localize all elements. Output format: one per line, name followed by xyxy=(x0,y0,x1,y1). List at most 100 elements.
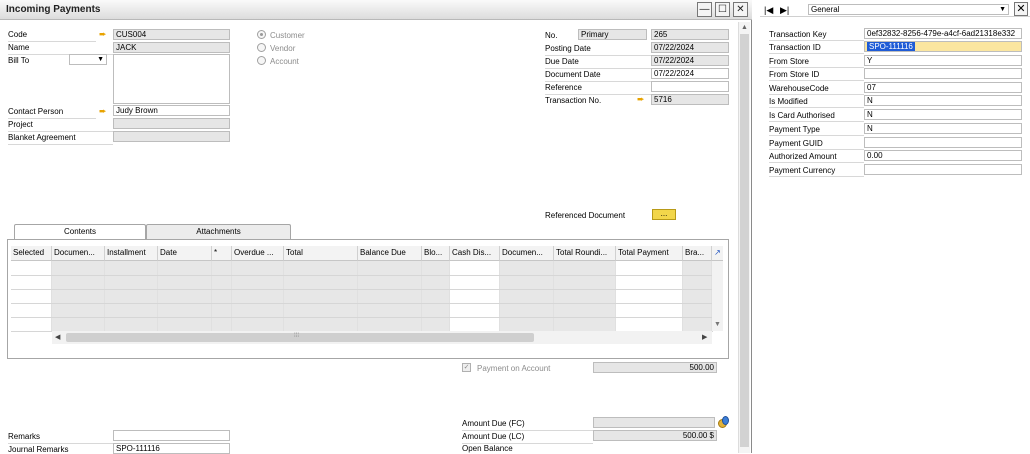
customer-radio[interactable] xyxy=(257,30,266,39)
authorized-amount-field[interactable]: 0.00 xyxy=(864,150,1022,161)
from-store-id-field[interactable] xyxy=(864,68,1022,79)
col-balance-due[interactable]: Balance Due xyxy=(358,246,422,261)
table-row[interactable] xyxy=(11,317,713,318)
col-document[interactable]: Documen... xyxy=(52,246,105,261)
divider xyxy=(769,121,864,122)
col-overdue[interactable]: Overdue ... xyxy=(232,246,284,261)
grid-horizontal-scrollbar[interactable]: ◀ ⁞⁞⁞ ▶ xyxy=(52,331,712,344)
journal-remarks-field[interactable]: SPO-111116 xyxy=(113,443,230,454)
chevron-down-icon: ▼ xyxy=(999,6,1006,13)
grid-column-body xyxy=(11,261,52,331)
scrollbar-thumb[interactable] xyxy=(740,34,749,447)
scroll-down-icon[interactable]: ▼ xyxy=(714,321,721,328)
is-card-authorised-field[interactable]: N xyxy=(864,109,1022,120)
grid-column-body xyxy=(683,261,712,331)
link-arrow-icon[interactable]: ➨ xyxy=(637,95,647,104)
tab-attachments[interactable]: Attachments xyxy=(146,224,291,239)
from-store-id-label: From Store ID xyxy=(769,70,820,79)
col-selected[interactable]: Selected xyxy=(11,246,52,261)
payment-on-account-field[interactable]: 500.00 xyxy=(593,362,717,373)
due-date-field[interactable]: 07/22/2024 xyxy=(651,55,729,66)
divider xyxy=(462,430,593,431)
scroll-right-icon[interactable]: ▶ xyxy=(702,333,707,341)
document-number-field[interactable]: 265 xyxy=(651,29,729,40)
document-date-field[interactable]: 07/22/2024 xyxy=(651,68,729,79)
blanket-agreement-field[interactable] xyxy=(113,131,230,142)
user-defined-fields-panel: |◀ ▶| General ▼ ✕ Transaction Key 0ef328… xyxy=(760,0,1030,453)
warehouse-code-label: WarehouseCode xyxy=(769,84,829,93)
col-installment[interactable]: Installment xyxy=(105,246,158,261)
grid-vertical-scrollbar[interactable]: ▼ xyxy=(712,261,723,331)
payment-currency-field[interactable] xyxy=(864,164,1022,175)
col-document-2[interactable]: Documen... xyxy=(500,246,554,261)
divider xyxy=(545,55,651,56)
code-field[interactable]: CUS004 xyxy=(113,29,230,40)
col-cash-discount[interactable]: Cash Dis... xyxy=(450,246,500,261)
horizontal-scrollbar-thumb[interactable]: ⁞⁞⁞ xyxy=(66,333,534,342)
divider xyxy=(769,40,864,41)
title-bar[interactable]: Incoming Payments — ☐ ✕ xyxy=(0,0,752,20)
link-arrow-icon[interactable]: ➨ xyxy=(99,30,109,39)
col-total-rounding[interactable]: Total Roundi... xyxy=(554,246,616,261)
transaction-number-field[interactable]: 5716 xyxy=(651,94,729,105)
currency-coins-icon[interactable] xyxy=(718,416,730,429)
transaction-key-field[interactable]: 0ef32832-8256-479e-a4cf-6ad21318e332 xyxy=(864,28,1022,39)
payment-on-account-checkbox[interactable]: ✓ xyxy=(462,363,471,372)
transaction-key-label: Transaction Key xyxy=(769,30,827,39)
project-field[interactable] xyxy=(113,118,230,129)
category-dropdown[interactable]: General ▼ xyxy=(808,4,1009,15)
payment-guid-field[interactable] xyxy=(864,137,1022,148)
from-store-label: From Store xyxy=(769,57,810,66)
vendor-radio[interactable] xyxy=(257,43,266,52)
scroll-up-icon[interactable]: ▲ xyxy=(741,24,748,31)
col-blocked[interactable]: Blo... xyxy=(422,246,450,261)
referenced-document-button[interactable]: ... xyxy=(652,209,676,220)
nav-next-icon[interactable]: ▶| xyxy=(780,5,789,16)
name-field[interactable]: JACK xyxy=(113,42,230,53)
window-title: Incoming Payments xyxy=(6,4,101,15)
reference-label: Reference xyxy=(545,83,582,92)
col-total[interactable]: Total xyxy=(284,246,358,261)
nav-first-icon[interactable]: |◀ xyxy=(764,5,773,16)
bill-to-dropdown[interactable]: ▼ xyxy=(69,54,107,65)
close-button[interactable]: ✕ xyxy=(733,2,748,17)
payment-type-field[interactable]: N xyxy=(864,123,1022,134)
account-radio[interactable] xyxy=(257,56,266,65)
col-date[interactable]: Date xyxy=(158,246,212,261)
expand-columns-icon[interactable]: ↗ xyxy=(712,246,723,261)
warehouse-code-field[interactable]: 07 xyxy=(864,82,1022,93)
is-modified-field[interactable]: N xyxy=(864,95,1022,106)
amount-due-fc-label: Amount Due (FC) xyxy=(462,419,525,428)
posting-date-field[interactable]: 07/22/2024 xyxy=(651,42,729,53)
close-panel-button[interactable]: ✕ xyxy=(1014,2,1028,16)
payment-currency-label: Payment Currency xyxy=(769,166,836,175)
divider xyxy=(545,81,651,82)
contact-person-field[interactable]: Judy Brown xyxy=(113,105,230,116)
window-scrollbar[interactable]: ▲ xyxy=(738,22,750,453)
from-store-field[interactable]: Y xyxy=(864,55,1022,66)
col-total-payment[interactable]: Total Payment xyxy=(616,246,683,261)
table-row[interactable] xyxy=(11,289,713,290)
remarks-field[interactable] xyxy=(113,430,230,441)
maximize-button[interactable]: ☐ xyxy=(715,2,730,17)
transaction-id-field[interactable]: SPO-111116 xyxy=(864,41,1022,52)
table-row[interactable] xyxy=(11,303,713,304)
payments-grid: Selected Documen... Installment Date * O… xyxy=(7,239,729,359)
series-dropdown[interactable]: Primary xyxy=(578,29,647,40)
bill-to-address-textarea[interactable] xyxy=(113,54,230,104)
authorized-amount-label: Authorized Amount xyxy=(769,152,837,161)
transaction-id-label: Transaction ID xyxy=(769,43,821,52)
minimize-button[interactable]: — xyxy=(697,2,712,17)
link-arrow-icon[interactable]: ➨ xyxy=(99,107,109,116)
divider xyxy=(8,41,96,42)
category-dropdown-value: General xyxy=(811,5,840,14)
incoming-payments-window: Incoming Payments — ☐ ✕ Code ➨ CUS004 Na… xyxy=(0,0,752,454)
col-branch[interactable]: Bra... xyxy=(683,246,712,261)
amount-due-lc-field[interactable]: 500.00 $ xyxy=(593,430,717,441)
table-row[interactable] xyxy=(11,275,713,276)
tab-contents[interactable]: Contents xyxy=(14,224,146,239)
scroll-left-icon[interactable]: ◀ xyxy=(55,333,60,341)
reference-field[interactable] xyxy=(651,81,729,92)
amount-due-fc-field[interactable] xyxy=(593,417,715,428)
col-star[interactable]: * xyxy=(212,246,232,261)
